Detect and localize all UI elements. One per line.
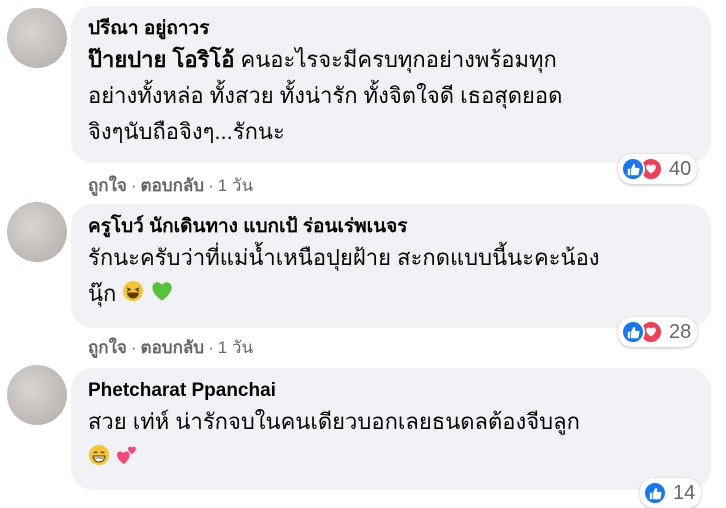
timestamp[interactable]: 1 วัน — [218, 338, 253, 357]
reaction-summary[interactable]: 28 — [618, 317, 698, 347]
tagged-user[interactable]: ป๊ายปาย โอริโอ้ — [88, 47, 234, 72]
green-heart-icon — [151, 277, 173, 313]
comment-bubble: Phetcharat Ppanchai สวย เท่ห์ น่ารักจบใน… — [71, 368, 711, 490]
comment-text-line: จิงๆนับถือจิงๆ...รักนะ — [88, 119, 285, 144]
separator: · — [130, 176, 137, 195]
two-hearts-icon — [116, 441, 138, 477]
reaction-count: 14 — [673, 481, 696, 504]
comment-author[interactable]: ปรีณา อยู่ถาวร — [88, 16, 693, 42]
like-icon — [621, 157, 645, 181]
grinning-face-icon — [88, 441, 110, 477]
reply-button[interactable]: ตอบกลับ — [141, 176, 205, 195]
comment-bubble: ครูโบว์ นักเดินทาง แบกเป้ ร่อนเร่พเนจร ร… — [71, 204, 711, 328]
comment-text-line: รักนะครับว่าที่แม่น้ำเหนือปุยฝ้าย สะกดแบ… — [88, 245, 600, 270]
reaction-summary[interactable]: 14 — [640, 478, 702, 508]
like-button[interactable]: ถูกใจ — [88, 338, 127, 357]
comment-actions: ถูกใจ · ตอบกลับ · 1 วัน — [88, 334, 253, 361]
reaction-count: 28 — [669, 320, 692, 343]
reaction-count: 40 — [669, 157, 692, 180]
like-icon — [621, 320, 645, 344]
comment-text-line: คนอะไรจะมีครบทุกอย่างพร้อมทุก — [240, 47, 557, 72]
comment-text: รักนะครับว่าที่แม่น้ำเหนือปุยฝ้าย สะกดแบ… — [88, 240, 693, 313]
comment-text-line: สวย เท่ห์ น่ารักจบในคนเดียวบอกเลยธนดลต้อ… — [88, 409, 580, 434]
comment-text-line: นุ๊ก — [88, 281, 117, 306]
separator: · — [208, 338, 214, 357]
like-button[interactable]: ถูกใจ — [88, 176, 127, 195]
avatar[interactable] — [7, 8, 67, 68]
avatar[interactable] — [7, 365, 67, 425]
reaction-summary[interactable]: 40 — [618, 154, 698, 184]
avatar[interactable] — [7, 202, 67, 262]
comment-text: สวย เท่ห์ น่ารักจบในคนเดียวบอกเลยธนดลต้อ… — [88, 404, 693, 477]
comment-author[interactable]: ครูโบว์ นักเดินทาง แบกเป้ ร่อนเร่พเนจร — [88, 214, 693, 240]
reply-button[interactable]: ตอบกลับ — [141, 338, 205, 357]
laughing-face-icon — [122, 277, 144, 313]
comment-actions: ถูกใจ · ตอบกลับ · 1 วัน — [88, 172, 253, 199]
timestamp[interactable]: 1 วัน — [218, 176, 253, 195]
comment-bubble: ปรีณา อยู่ถาวร ป๊ายปาย โอริโอ้ คนอะไรจะม… — [71, 6, 711, 163]
comment-text-line: อย่างทั้งหล่อ ทั้งสวย ทั้งน่ารัก ทั้งจิต… — [88, 83, 563, 108]
like-icon — [643, 481, 667, 505]
separator: · — [208, 176, 214, 195]
separator: · — [130, 338, 137, 357]
comment-author[interactable]: Phetcharat Ppanchai — [88, 378, 693, 404]
comment-text: ป๊ายปาย โอริโอ้ คนอะไรจะมีครบทุกอย่างพร้… — [88, 42, 693, 150]
